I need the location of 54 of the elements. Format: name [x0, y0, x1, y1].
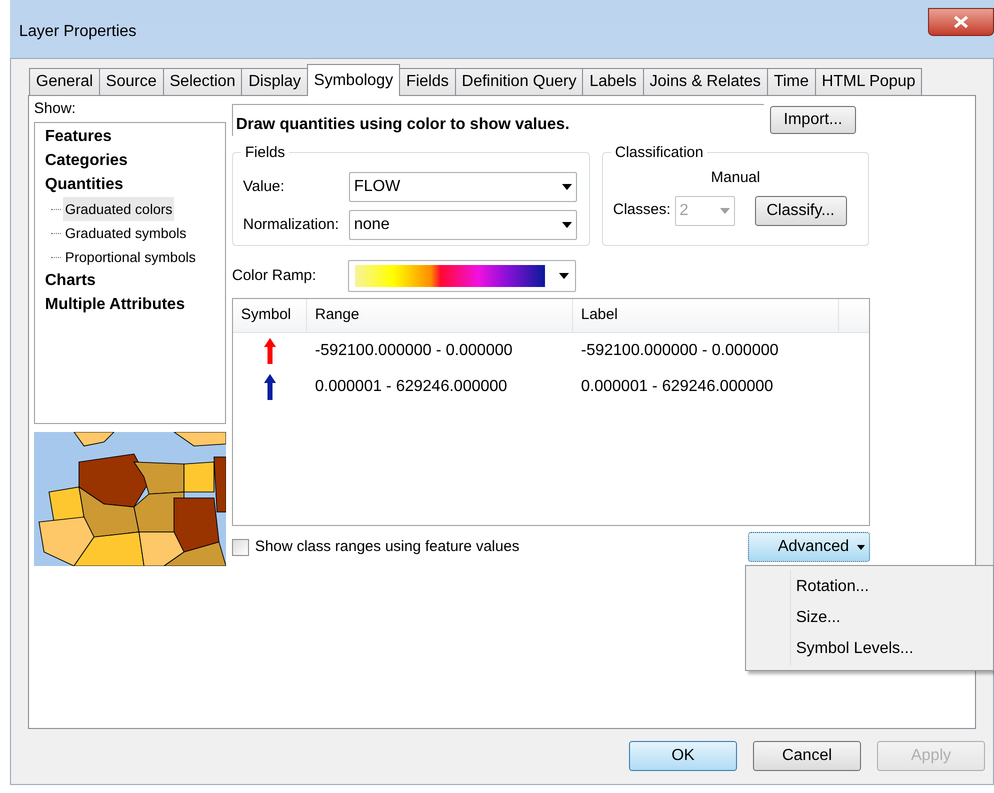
- tab[interactable]: Definition Query: [454, 68, 584, 95]
- checkbox-label: Show class ranges using feature values: [255, 536, 520, 557]
- tree-item[interactable]: Categories: [43, 149, 130, 173]
- field-label: Value:: [243, 176, 286, 197]
- advanced-button[interactable]: Advanced: [748, 532, 870, 562]
- dropdown-caret-icon: [559, 273, 569, 279]
- classification-method: Manual: [710, 168, 760, 188]
- window-title: Layer Properties: [19, 22, 136, 42]
- menu-item[interactable]: Rotation...: [746, 572, 993, 603]
- table-cell-text: -592100.000000 - 0.000000: [580, 341, 780, 361]
- menu-item[interactable]: Symbol Levels...: [746, 633, 993, 664]
- dropdown-caret-icon: [562, 184, 572, 190]
- normalization-dropdown[interactable]: none: [349, 210, 577, 240]
- table-cell-text: -592100.000000 - 0.000000: [314, 341, 514, 361]
- tab[interactable]: HTML Popup: [814, 68, 922, 95]
- tab[interactable]: Symbology: [306, 64, 400, 96]
- value-dropdown[interactable]: FLOW: [349, 172, 577, 202]
- field-label: Normalization:: [243, 214, 340, 235]
- menu-item[interactable]: Size...: [746, 602, 993, 634]
- dropdown-caret-icon: [857, 544, 865, 550]
- tab[interactable]: General: [29, 68, 100, 95]
- column-header[interactable]: Symbol: [233, 299, 307, 332]
- tab[interactable]: Selection: [162, 68, 242, 95]
- tree-item[interactable]: Charts: [43, 269, 98, 293]
- tab[interactable]: Source: [98, 68, 164, 95]
- import-button[interactable]: Import...: [770, 106, 856, 134]
- tab[interactable]: Joins & Relates: [642, 68, 768, 95]
- tab[interactable]: Display: [241, 68, 308, 95]
- tree-item[interactable]: Multiple Attributes: [43, 293, 187, 317]
- dropdown-caret-icon: [562, 222, 572, 228]
- table-cell-text: 0.000001 - 629246.000000: [314, 377, 508, 397]
- column-header[interactable]: Label: [573, 299, 839, 332]
- tab[interactable]: Fields: [399, 68, 456, 95]
- color-ramp-label: Color Ramp:: [232, 266, 318, 286]
- tree-item[interactable]: Graduated colors: [63, 197, 174, 221]
- tree-item[interactable]: Proportional symbols: [63, 245, 198, 269]
- color-ramp-dropdown[interactable]: [348, 260, 576, 292]
- table-cell-text: 0.000001 - 629246.000000: [580, 377, 774, 397]
- dropdown-caret-icon: [720, 208, 730, 214]
- tree-item[interactable]: Quantities: [43, 173, 126, 197]
- close-icon: [954, 16, 968, 28]
- tab[interactable]: Labels: [582, 68, 644, 95]
- checkbox[interactable]: [232, 538, 249, 556]
- dialog-button[interactable]: Cancel: [753, 741, 861, 771]
- show-label: Show:: [34, 100, 77, 118]
- tab[interactable]: Time: [766, 68, 816, 95]
- tree-item[interactable]: Graduated symbols: [63, 221, 188, 245]
- classes-label: Classes:: [613, 200, 671, 220]
- description-box: Draw quantities using color to show values.: [232, 104, 764, 136]
- classify-button[interactable]: Classify...: [754, 196, 847, 226]
- close-button[interactable]: [928, 8, 994, 36]
- tree-item[interactable]: Features: [43, 125, 114, 149]
- dialog-button[interactable]: OK: [629, 741, 737, 771]
- column-header[interactable]: Range: [307, 299, 573, 332]
